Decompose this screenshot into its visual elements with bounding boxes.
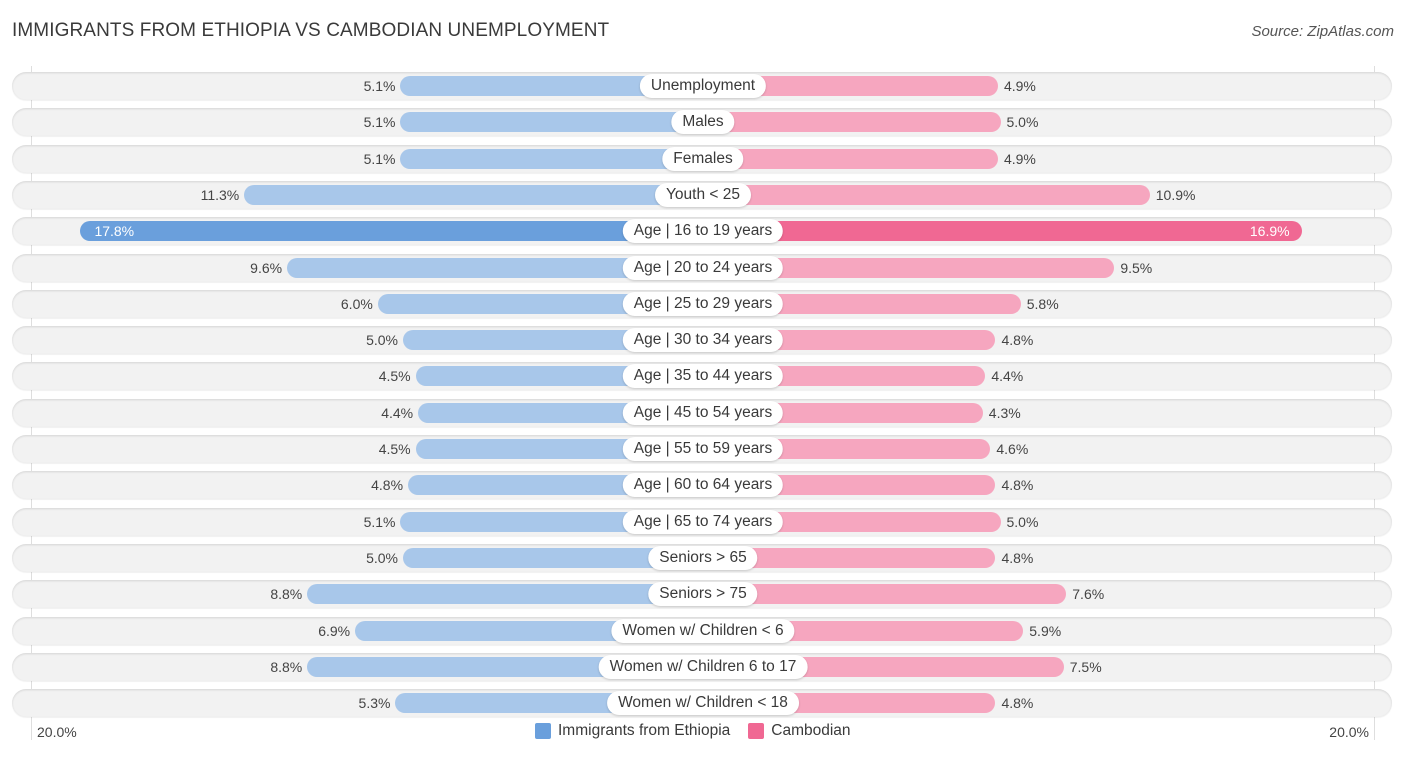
value-label-ethiopia-youth-25: 11.3% [200,186,240,203]
legend-item-cambodian[interactable]: Cambodian [748,722,851,740]
value-label-ethiopia-age-35-to-44-years: 4.5% [378,368,411,385]
category-label-age-60-to-64-years: Age | 60 to 64 years [622,473,784,498]
value-label-cambodian-age-30-to-34-years: 4.8% [1001,332,1034,349]
bar-ethiopia-males[interactable] [400,112,703,133]
category-label-age-45-to-54-years: Age | 45 to 54 years [622,400,784,425]
axis-tick-right: 20.0% [1329,724,1369,740]
bar-ethiopia-seniors-75[interactable] [307,584,703,605]
category-label-women-w-children-6: Women w/ Children < 6 [611,618,795,643]
bar-ethiopia-youth-25[interactable] [244,184,703,205]
bar-cambodian-females[interactable] [703,148,998,169]
value-label-ethiopia-unemployment: 5.1% [363,78,396,94]
value-label-cambodian-age-45-to-54-years: 4.3% [988,404,1021,421]
value-label-cambodian-age-55-to-59-years: 4.6% [996,441,1029,457]
category-label-females: Females [662,146,744,171]
value-label-cambodian-seniors-75: 7.6% [1072,586,1105,603]
value-label-cambodian-women-w-children-6-to-17: 7.5% [1069,658,1102,675]
legend-item-ethiopia[interactable]: Immigrants from Ethiopia [535,722,730,740]
value-label-cambodian-age-16-to-19-years: 16.9% [1249,223,1290,240]
legend-swatch-cambodian [748,723,765,739]
category-label-age-16-to-19-years: Age | 16 to 19 years [622,219,784,244]
bar-cambodian-youth-25[interactable] [703,184,1150,205]
value-label-ethiopia-age-60-to-64-years: 4.8% [371,477,404,494]
category-label-age-65-to-74-years: Age | 65 to 74 years [622,509,784,534]
category-label-seniors-65: Seniors > 65 [648,545,758,570]
category-label-youth-25: Youth < 25 [655,182,751,207]
axis-tick-left: 20.0% [37,724,77,740]
category-label-age-35-to-44-years: Age | 35 to 44 years [622,364,784,389]
category-label-age-55-to-59-years: Age | 55 to 59 years [622,437,784,461]
value-label-ethiopia-age-30-to-34-years: 5.0% [366,332,398,349]
value-label-ethiopia-seniors-75: 8.8% [270,586,303,603]
value-label-ethiopia-age-25-to-29-years: 6.0% [340,295,373,312]
legend-swatch-ethiopia [535,723,551,739]
category-label-women-w-children-6-to-17: Women w/ Children 6 to 17 [598,654,808,679]
value-label-cambodian-women-w-children-18: 4.8% [1001,695,1034,712]
category-label-age-25-to-29-years: Age | 25 to 29 years [622,291,784,316]
value-label-cambodian-age-25-to-29-years: 5.8% [1026,295,1059,312]
value-label-ethiopia-women-w-children-6-to-17: 8.8% [270,658,303,675]
value-label-cambodian-age-60-to-64-years: 4.8% [1001,477,1034,494]
value-label-cambodian-age-65-to-74-years: 5.0% [1006,513,1039,530]
value-label-cambodian-females: 4.9% [1003,150,1036,167]
value-label-ethiopia-females: 5.1% [363,150,396,167]
diverging-bar-chart: 5.1% 4.9% Unemployment 5.1% 5.0% Males 5.1% 4.9… [0,0,1406,757]
category-label-males: Males [671,110,735,135]
value-label-ethiopia-age-65-to-74-years: 5.1% [363,513,396,530]
bar-cambodian-seniors-75[interactable] [703,584,1067,605]
legend: Immigrants from Ethiopia Cambodian [535,722,869,740]
category-label-unemployment: Unemployment [639,74,767,98]
value-label-ethiopia-age-20-to-24-years: 9.6% [250,259,283,276]
value-label-cambodian-age-20-to-24-years: 9.5% [1120,259,1153,276]
value-label-ethiopia-males: 5.1% [363,114,396,131]
category-label-age-20-to-24-years: Age | 20 to 24 years [622,255,784,280]
value-label-ethiopia-women-w-children-6: 6.9% [318,622,351,639]
category-label-age-30-to-34-years: Age | 30 to 34 years [622,328,784,353]
value-label-ethiopia-seniors-65: 5.0% [366,549,398,566]
value-label-cambodian-age-35-to-44-years: 4.4% [991,368,1024,385]
bar-cambodian-males[interactable] [703,112,1001,133]
category-label-seniors-75: Seniors > 75 [648,582,758,607]
value-label-cambodian-unemployment: 4.9% [1003,78,1036,94]
value-label-cambodian-males: 5.0% [1006,114,1039,131]
category-label-women-w-children-18: Women w/ Children < 18 [607,691,799,716]
value-label-ethiopia-age-16-to-19-years: 17.8% [94,223,135,240]
value-label-ethiopia-age-55-to-59-years: 4.5% [378,441,411,457]
legend-label-ethiopia: Immigrants from Ethiopia [558,722,731,739]
bar-cambodian-age-16-to-19-years[interactable] [703,221,1302,242]
value-label-cambodian-youth-25: 10.9% [1155,186,1196,203]
value-label-ethiopia-age-45-to-54-years: 4.4% [381,404,414,421]
value-label-cambodian-seniors-65: 4.8% [1001,549,1034,566]
value-label-cambodian-women-w-children-6: 5.9% [1029,622,1062,639]
bar-ethiopia-females[interactable] [400,148,703,169]
legend-label-cambodian: Cambodian [771,722,851,739]
value-label-ethiopia-women-w-children-18: 5.3% [358,695,391,712]
bar-ethiopia-age-16-to-19-years[interactable] [80,221,703,242]
